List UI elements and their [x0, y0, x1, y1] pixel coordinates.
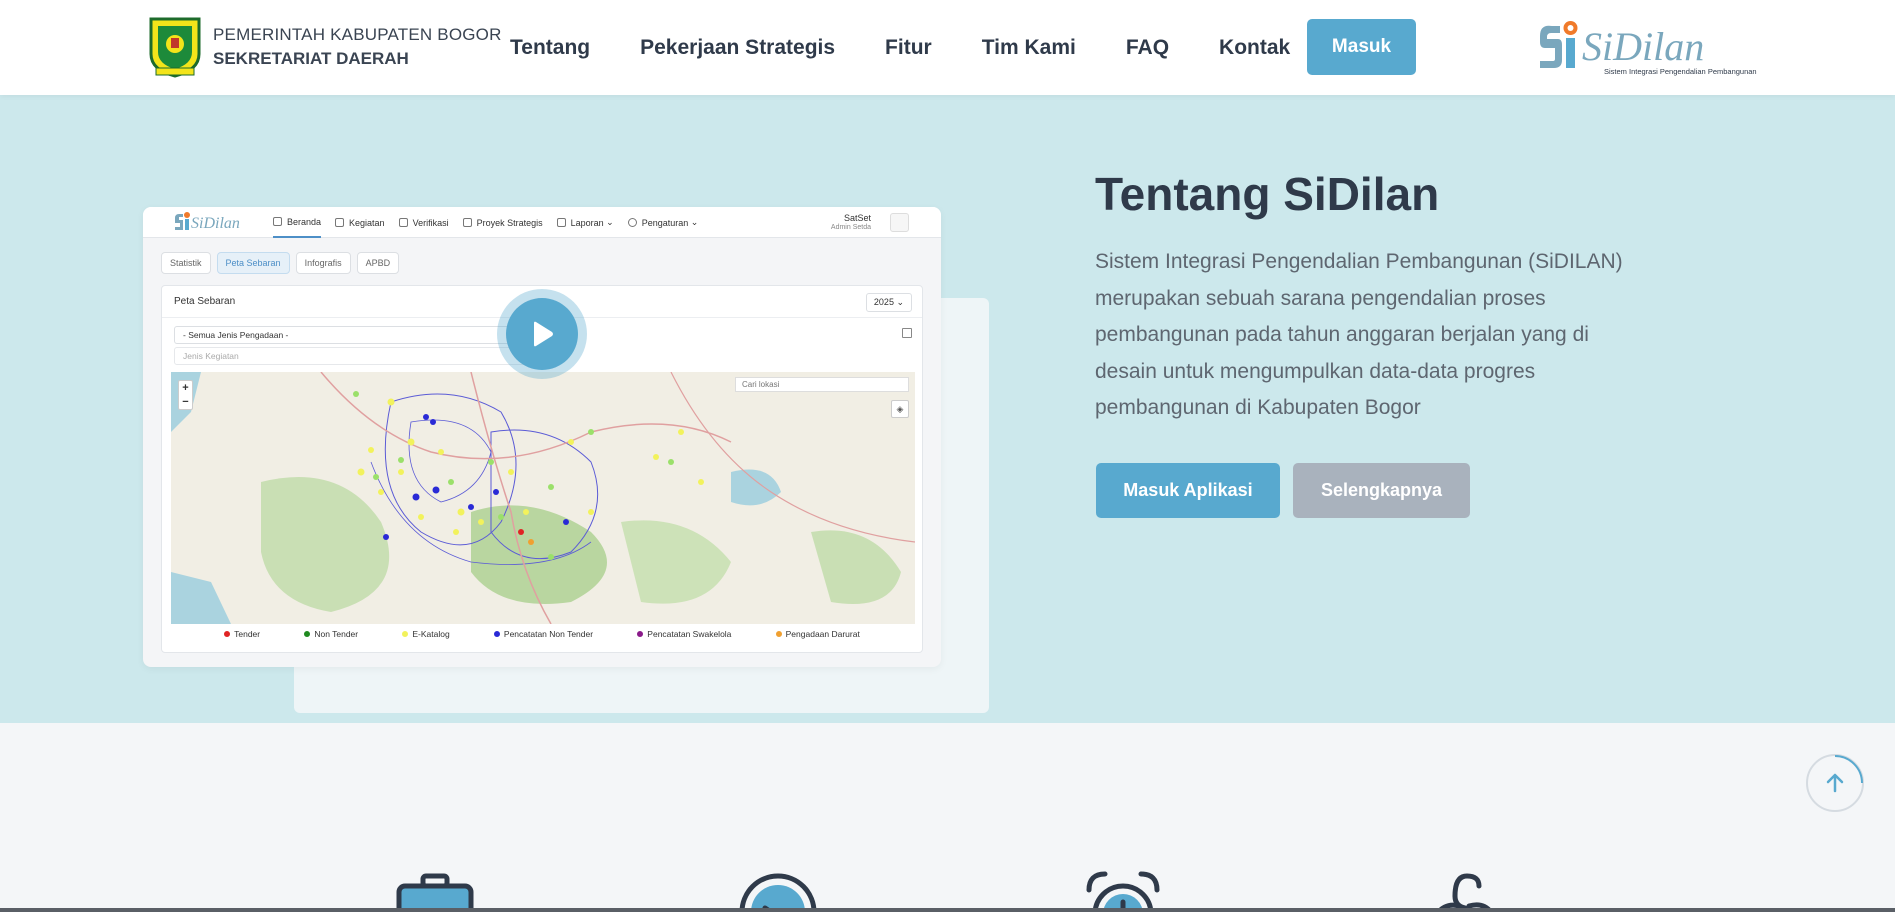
bottom-edge-strip	[0, 908, 1895, 912]
app-screenshot: SiDilan Beranda Kegiatan Verifikasi Proy…	[143, 207, 941, 667]
sidilan-logo[interactable]: SiDilan Sistem Integrasi Pengendalian Pe…	[1536, 18, 1758, 78]
document-icon	[335, 218, 345, 227]
tab-apbd[interactable]: APBD	[356, 252, 400, 274]
home-icon	[273, 217, 282, 226]
legend-dot	[304, 631, 311, 637]
avatar[interactable]	[890, 213, 909, 232]
mock-nav-label: Beranda	[287, 216, 322, 227]
brand-tagline: Sistem Integrasi Pengendalian Pembanguna…	[1604, 67, 1757, 76]
kabupaten-bogor-emblem-icon[interactable]	[148, 16, 202, 78]
legend-item: E-Katalog	[402, 629, 450, 639]
mock-user-info: SatSet Admin Setda	[831, 213, 871, 231]
clipboard-icon	[462, 218, 472, 227]
mock-sidilan-logo: SiDilan	[175, 212, 240, 232]
person-icon	[1434, 873, 1494, 912]
legend-label: E-Katalog	[412, 629, 450, 639]
nav-tim-kami[interactable]: Tim Kami	[982, 36, 1076, 60]
nav-tentang[interactable]: Tentang	[510, 36, 590, 60]
expand-icon[interactable]	[902, 328, 912, 338]
legend-dot	[224, 631, 231, 637]
map-zoom-control: + −	[178, 380, 193, 410]
read-more-button[interactable]: Selengkapnya	[1293, 463, 1470, 518]
mock-nav-proyek-strategis[interactable]: Proyek Strategis	[462, 217, 543, 228]
year-value: 2025	[873, 297, 894, 307]
play-icon	[534, 321, 553, 347]
map-search-input[interactable]: Cari lokasi	[735, 377, 909, 392]
tab-statistik[interactable]: Statistik	[161, 252, 211, 274]
mock-user-role: Admin Setda	[830, 224, 871, 231]
legend-dot	[402, 631, 409, 637]
alarm-icon	[1086, 871, 1160, 912]
procurement-type-value: - Semua Jenis Pengadaan -	[183, 330, 289, 340]
legend-label: Pencatatan Swakelola	[647, 629, 732, 639]
mock-nav-label: Laporan	[570, 217, 604, 228]
svg-text:SiDilan: SiDilan	[191, 215, 240, 232]
scroll-progress-ring	[1834, 755, 1863, 784]
open-app-button[interactable]: Masuk Aplikasi	[1096, 463, 1280, 518]
government-name: PEMERINTAH KABUPATEN BOGOR SEKRETARIAT D…	[213, 25, 502, 69]
year-select[interactable]: 2025 ⌄	[865, 293, 912, 312]
distribution-map[interactable]: + − Cari lokasi ◈	[171, 372, 915, 624]
map-legend: Tender Non Tender E-Katalog Pencatatan N…	[162, 629, 922, 639]
legend-label: Pengadaan Darurat	[785, 629, 860, 639]
legend-label: Non Tender	[314, 629, 359, 639]
mock-tabs: Statistik Peta Sebaran Infografis APBD	[161, 252, 405, 274]
legend-item: Pencatatan Non Tender	[493, 629, 594, 639]
nav-faq[interactable]: FAQ	[1126, 36, 1169, 60]
layers-icon[interactable]: ◈	[891, 400, 909, 418]
mock-nav-laporan[interactable]: Laporan ⌄	[556, 217, 614, 228]
legend-dot	[775, 631, 782, 637]
mock-nav-kegiatan[interactable]: Kegiatan	[335, 218, 385, 228]
scroll-to-top-button[interactable]	[1806, 754, 1864, 812]
main-nav: Tentang Pekerjaan Strategis Fitur Tim Ka…	[510, 0, 1340, 95]
legend-item: Non Tender	[304, 629, 358, 639]
activity-type-placeholder: Jenis Kegiatan	[183, 351, 239, 361]
tab-infografis[interactable]: Infografis	[295, 252, 351, 274]
section-title: Tentang SiDilan	[1095, 168, 1440, 220]
brand-wordmark: SiDilan	[1582, 24, 1704, 69]
legend-dot	[493, 631, 500, 637]
play-button-inner	[506, 298, 578, 370]
mock-nav-label: Pengaturan	[641, 217, 689, 228]
site-header: PEMERINTAH KABUPATEN BOGOR SEKRETARIAT D…	[0, 0, 1895, 95]
mock-nav-verifikasi[interactable]: Verifikasi	[398, 217, 449, 228]
legend-dot	[637, 631, 644, 637]
clock-check-icon	[739, 873, 817, 912]
section-description: Sistem Integrasi Pengendalian Pembanguna…	[1095, 250, 1623, 419]
mock-nav-beranda[interactable]: Beranda	[273, 207, 322, 238]
mock-nav-label: Kegiatan	[349, 217, 385, 228]
zoom-in-button[interactable]: +	[179, 381, 192, 395]
gov-line-2: SEKRETARIAT DAERAH	[213, 49, 409, 68]
play-video-button[interactable]	[497, 289, 587, 379]
panel-title: Peta Sebaran	[174, 296, 236, 307]
legend-item: Pengadaan Darurat	[775, 629, 860, 639]
gear-icon	[627, 218, 637, 227]
legend-item: Pencatatan Swakelola	[637, 629, 731, 639]
gov-line-1: PEMERINTAH KABUPATEN BOGOR	[213, 25, 502, 44]
mock-topbar: SiDilan Beranda Kegiatan Verifikasi Proy…	[143, 207, 941, 238]
login-button[interactable]: Masuk	[1307, 19, 1416, 75]
activity-type-select[interactable]: Jenis Kegiatan⌄	[174, 347, 546, 365]
nav-pekerjaan-strategis[interactable]: Pekerjaan Strategis	[640, 36, 835, 60]
mock-user-name: SatSet	[843, 213, 871, 223]
nav-kontak[interactable]: Kontak	[1219, 36, 1290, 60]
zoom-out-button[interactable]: −	[179, 395, 192, 409]
nav-fitur[interactable]: Fitur	[885, 36, 932, 60]
mock-nav-label: Proyek Strategis	[476, 217, 543, 228]
procurement-type-select[interactable]: - Semua Jenis Pengadaan -⌄	[174, 326, 546, 344]
mock-nav: Beranda Kegiatan Verifikasi Proyek Strat…	[273, 207, 712, 238]
legend-label: Pencatatan Non Tender	[503, 629, 594, 639]
document-check-icon	[398, 218, 408, 227]
mock-nav-pengaturan[interactable]: Pengaturan ⌄	[627, 217, 698, 228]
map-canvas	[171, 372, 915, 624]
svg-text:SiDilan: SiDilan	[1582, 24, 1704, 69]
legend-label: Tender	[234, 629, 261, 639]
briefcase-icon	[396, 873, 474, 912]
mock-nav-label: Verifikasi	[412, 217, 449, 228]
about-section: SiDilan Beranda Kegiatan Verifikasi Proy…	[0, 95, 1895, 723]
tab-peta-sebaran[interactable]: Peta Sebaran	[216, 252, 290, 274]
legend-item: Tender	[224, 629, 260, 639]
folder-icon	[556, 218, 566, 227]
